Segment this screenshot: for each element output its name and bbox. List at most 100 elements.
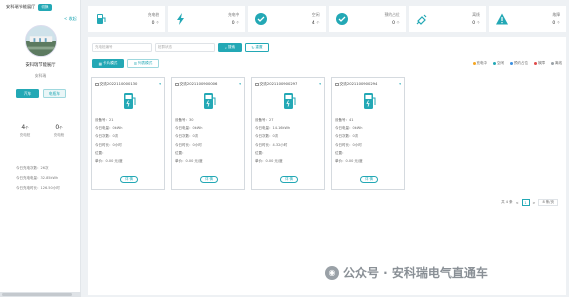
status-card-charging[interactable]: 充电中 0 个 — [168, 6, 246, 32]
status-card-value: 0 个 — [231, 21, 240, 26]
caret-down-icon[interactable]: ▾ — [239, 82, 241, 86]
pile-card[interactable]: 交流2021100900006 ▾ 设备号：30 今日电量：0kWh 今日次数：… — [171, 77, 245, 190]
legend-item: 充电中 — [472, 61, 487, 66]
pile-card[interactable]: 交流2021100900297 ▾ 设备号：27 今日电量：14.16kWh 今… — [251, 77, 325, 190]
pagination: 共 4 条 < 1 > 8 条/页 — [501, 199, 558, 206]
list-icon: ☰ — [133, 61, 137, 66]
lightning-icon — [177, 13, 185, 25]
status-card-label: 故障 — [552, 12, 561, 17]
status-card-label: 充电中 — [227, 12, 240, 17]
pile-title: 交流2022110000130 — [99, 82, 138, 86]
list-mode-button[interactable]: ☰ 列表模式 — [127, 59, 159, 68]
status-card-label: 离线 — [472, 12, 480, 17]
pile-card[interactable]: 交流2022110000130 ▾ 设备号：21 今日电量：0kWh 今日次数：… — [91, 77, 165, 190]
detail-button[interactable]: 详 情 — [200, 176, 218, 183]
charging-pile-icon — [364, 93, 376, 109]
pile-count-label: 充电桩 — [19, 133, 31, 137]
detail-button[interactable]: 详 情 — [120, 176, 138, 183]
card-mode-label: 卡片模式 — [103, 61, 118, 65]
today-charge-duration: 今日充电时长：126.50小时 — [16, 186, 60, 190]
station-owner: 安科瑞 — [34, 73, 47, 78]
reset-label: 重置 — [255, 45, 263, 49]
filter-bar: 充电桩编号 桩群状态 ⌕ 搜索 ↻ 重置 — [92, 43, 269, 52]
caret-down-icon[interactable]: ▾ — [399, 82, 401, 86]
charging-pile-icon — [284, 93, 296, 109]
watermark: ◉ 公众号 · 安科瑞电气直通车 — [325, 264, 488, 281]
pile-card-header: 交流2021100900297 — [255, 82, 297, 87]
pile-number-input[interactable]: 充电桩编号 — [92, 43, 152, 52]
ebike-type-button[interactable]: 电瓶车 — [43, 89, 66, 98]
page-number-button[interactable]: 1 — [521, 199, 530, 206]
pile-title: 交流2021100900294 — [339, 82, 378, 86]
collapse-sidebar-button[interactable]: < 收起 — [64, 16, 77, 22]
status-card-reserved[interactable]: 预约占位 0 个 — [328, 6, 406, 32]
search-icon: ⌕ — [224, 45, 227, 50]
legend-item: 故障 — [534, 61, 545, 66]
status-legend: 充电中 空闲 预约占位 故障 离线 — [472, 61, 562, 66]
switch-station-button[interactable]: 切换 — [38, 3, 52, 11]
legend-item: 离线 — [551, 61, 562, 66]
refresh-icon: ↻ — [251, 45, 255, 50]
total-count: 共 4 条 — [501, 200, 513, 204]
caret-down-icon[interactable]: ▾ — [319, 82, 321, 86]
card-mode-button[interactable]: ▦ 卡片模式 — [92, 59, 124, 68]
pile-card[interactable]: 交流2021100900294 ▾ 设备号：41 今日电量：0kWh 今日次数：… — [331, 77, 405, 190]
sidebar: 安科瑞节能展厅 切换 < 收起 安科瑞节能展厅 安科瑞 汽车 电瓶车 4个 充电… — [0, 0, 81, 297]
watermark-text: 公众号 · 安科瑞电气直通车 — [343, 266, 488, 280]
select-checkbox[interactable] — [175, 82, 179, 87]
select-checkbox[interactable] — [255, 82, 259, 87]
today-charge-count: 今日充电次数：26次 — [16, 166, 49, 170]
warning-icon — [495, 13, 508, 25]
status-card-value: 4 个 — [311, 21, 320, 26]
detail-button[interactable]: 详 情 — [280, 176, 298, 183]
pile-card-header: 交流2022110000130 — [95, 82, 137, 87]
status-card-idle[interactable]: 空闲 4 个 — [248, 6, 326, 32]
select-checkbox[interactable] — [335, 82, 339, 87]
status-card-label: 充电桩 — [147, 12, 160, 17]
status-card-label: 预约占位 — [384, 12, 400, 17]
charging-pile-icon — [124, 93, 136, 109]
car-type-button[interactable]: 汽车 — [16, 89, 39, 98]
offline-plug-icon — [416, 14, 427, 25]
gun-count-stat: 0个 充电枪 — [44, 124, 74, 138]
check-circle-icon — [335, 13, 348, 25]
caret-down-icon[interactable]: ▾ — [159, 82, 161, 86]
charging-pile-icon — [204, 93, 216, 109]
pile-card-header: 交流2021100900006 — [175, 82, 217, 87]
next-page-button[interactable]: > — [533, 201, 536, 205]
search-button[interactable]: ⌕ 搜索 — [218, 43, 242, 52]
station-photo — [25, 25, 57, 57]
pile-info: 设备号：21 今日电量：0kWh 今日次数：0次 今日时长：0小时 位置： 单价… — [95, 118, 123, 164]
pile-title: 交流2021100900297 — [259, 82, 298, 86]
charger-icon — [97, 14, 106, 24]
status-cards: 充电桩 0 个 充电中 0 个 空闲 4 个 预约占位 0 个 离线 0 个 故… — [88, 6, 567, 32]
detail-button[interactable]: 详 情 — [360, 176, 378, 183]
status-card-fault[interactable]: 故障 0 个 — [488, 6, 567, 32]
status-card-offline[interactable]: 离线 0 个 — [408, 6, 486, 32]
status-card-total[interactable]: 充电桩 0 个 — [88, 6, 166, 32]
status-card-label: 空闲 — [311, 12, 320, 17]
main-panel: 充电桩编号 桩群状态 ⌕ 搜索 ↻ 重置 ▦ 卡片模式 ☰ 列表模式 充电中 空闲 预约… — [88, 37, 566, 295]
prev-page-button[interactable]: < — [516, 201, 519, 205]
reset-button[interactable]: ↻ 重置 — [245, 43, 269, 52]
legend-item: 空闲 — [493, 61, 504, 66]
sidebar-scrollbar[interactable] — [0, 292, 81, 297]
sidebar-title: 安科瑞节能展厅 — [6, 4, 36, 9]
view-mode-switch: ▦ 卡片模式 ☰ 列表模式 — [92, 59, 159, 68]
pile-info: 设备号：41 今日电量：0kWh 今日次数：0次 今日时长：0小时 位置： 单价… — [335, 118, 363, 164]
select-checkbox[interactable] — [95, 82, 99, 87]
status-card-value: 0 个 — [151, 21, 160, 26]
wechat-icon: ◉ — [325, 265, 339, 280]
status-card-value: 0 个 — [552, 21, 561, 26]
page-size-select[interactable]: 8 条/页 — [538, 199, 558, 206]
status-select[interactable]: 桩群状态 — [155, 43, 215, 52]
check-circle-icon — [255, 13, 268, 25]
pile-count-stat: 4个 充电桩 — [10, 124, 40, 138]
search-label: 搜索 — [227, 45, 236, 49]
station-name: 安科瑞节能展厅 — [25, 63, 56, 68]
pile-title: 交流2021100900006 — [179, 82, 218, 86]
gun-count-label: 充电枪 — [53, 133, 65, 137]
pile-info: 设备号：30 今日电量：0kWh 今日次数：0次 今日时长：0小时 位置： 单价… — [175, 118, 203, 164]
list-mode-label: 列表模式 — [137, 61, 153, 65]
gun-count-unit: 个 — [59, 126, 63, 130]
